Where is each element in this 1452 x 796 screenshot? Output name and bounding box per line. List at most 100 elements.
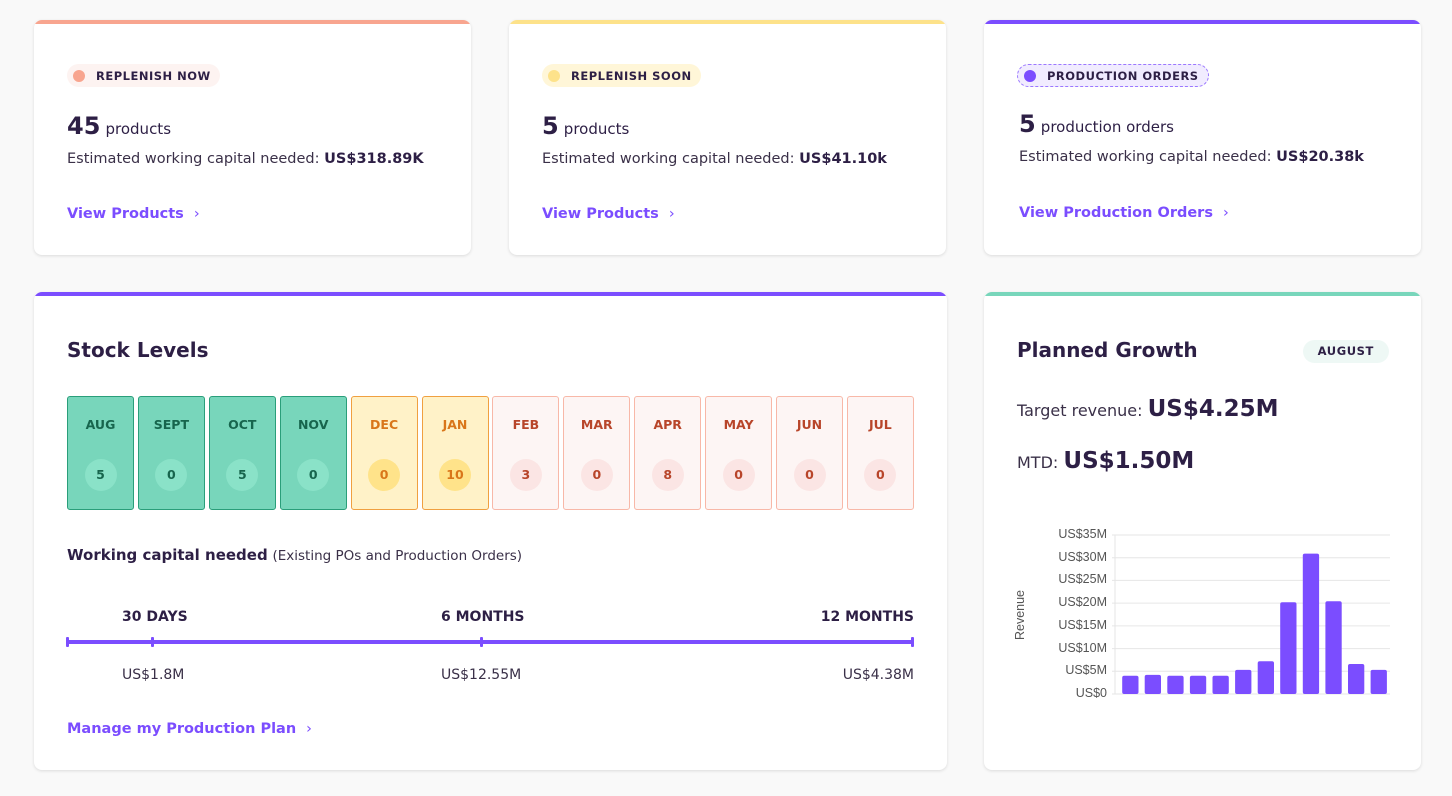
mtd-label: MTD: — [1017, 453, 1059, 472]
timeline-tick-12-months — [911, 637, 914, 647]
manage-production-plan-link[interactable]: Manage my Production Plan › — [67, 721, 312, 737]
y-tick-label: US$25M — [1058, 572, 1107, 587]
revenue-bar[interactable] — [1257, 661, 1274, 694]
month-tile-feb[interactable]: FEB 3 — [492, 396, 560, 510]
estimated-capital-value: US$20.38k — [1276, 149, 1364, 165]
replenish-now-badge: REPLENISH NOW — [67, 64, 220, 87]
working-capital-note: (Existing POs and Production Orders) — [272, 548, 523, 564]
month-label: NOV — [297, 417, 329, 432]
chevron-right-icon: › — [193, 206, 200, 222]
revenue-bar[interactable] — [1189, 675, 1207, 694]
timeline-value-6-months: US$12.55M — [441, 667, 522, 683]
estimated-capital-label: Estimated working capital needed: — [542, 151, 795, 167]
badge-label: REPLENISH SOON — [571, 68, 692, 83]
count-unit: products — [563, 120, 630, 138]
timeline-tick-start — [66, 637, 69, 647]
month-count: 5 — [84, 459, 117, 491]
revenue-bar[interactable] — [1370, 669, 1387, 694]
month-count: 5 — [226, 459, 259, 491]
timeline-label-30-days: 30 DAYS — [122, 609, 188, 625]
card-accent-bar — [34, 292, 947, 296]
status-dot-icon — [548, 69, 560, 82]
month-label: OCT — [228, 417, 257, 432]
revenue-bar[interactable] — [1348, 664, 1365, 694]
revenue-bar[interactable] — [1167, 675, 1184, 694]
month-count: 0 — [297, 459, 330, 491]
month-label: JAN — [442, 417, 468, 432]
card-accent-bar — [984, 292, 1421, 296]
chart-plot — [1112, 534, 1390, 695]
count-value: 45 — [67, 112, 101, 140]
timeline-tick-6-months — [480, 637, 483, 647]
month-tile-mar[interactable]: MAR 0 — [563, 396, 631, 510]
view-products-link[interactable]: View Products › — [67, 206, 200, 222]
month-tile-jun[interactable]: JUN 0 — [776, 396, 843, 510]
y-tick-label: US$30M — [1058, 549, 1107, 564]
stock-levels-title: Stock Levels — [67, 338, 209, 362]
status-dot-icon — [1024, 69, 1036, 82]
month-badge: AUGUST — [1302, 340, 1389, 363]
product-count: 45 products — [67, 112, 171, 140]
timeline-value-12-months: US$4.38M — [842, 667, 914, 683]
mtd-revenue: MTD: US$1.50M — [1017, 448, 1194, 474]
month-label: AUG — [85, 417, 116, 432]
revenue-bar[interactable] — [1212, 675, 1229, 694]
y-tick-label: US$10M — [1058, 640, 1107, 655]
month-count: 10 — [439, 459, 471, 491]
month-tile-jul[interactable]: JUL 0 — [846, 396, 914, 510]
timeline-label-6-months: 6 MONTHS — [441, 609, 525, 625]
estimated-capital-label: Estimated working capital needed: — [1019, 149, 1272, 165]
chevron-right-icon: › — [1222, 205, 1229, 221]
working-capital-title: Working capital needed — [67, 546, 268, 564]
month-tile-dec[interactable]: DEC 0 — [350, 396, 418, 510]
month-tile-sept[interactable]: SEPT 0 — [137, 396, 205, 510]
replenish-soon-card: REPLENISH SOON 5 products Estimated work… — [509, 20, 946, 255]
production-orders-card: PRODUCTION ORDERS 5 production orders Es… — [984, 20, 1421, 255]
month-label: MAR — [580, 417, 613, 432]
count-unit: production orders — [1040, 118, 1174, 136]
month-count: 8 — [651, 459, 684, 491]
target-revenue-label: Target revenue: — [1017, 401, 1143, 420]
chevron-right-icon: › — [668, 206, 675, 222]
month-tile-jan[interactable]: JAN 10 — [421, 396, 489, 510]
y-tick-label: US$15M — [1058, 617, 1107, 632]
chevron-right-icon: › — [306, 721, 312, 737]
view-products-link[interactable]: View Products › — [542, 206, 675, 222]
month-count: 0 — [864, 459, 897, 491]
timeline-value-30-days: US$1.8M — [122, 667, 185, 683]
estimated-capital-value: US$41.10k — [799, 151, 887, 167]
month-label: FEB — [512, 417, 540, 432]
month-tile-nov[interactable]: NOV 0 — [279, 396, 347, 510]
estimated-capital: Estimated working capital needed: US$20.… — [1019, 149, 1364, 165]
revenue-bar[interactable] — [1302, 553, 1320, 694]
month-count: 3 — [509, 459, 542, 491]
y-tick-label: US$35M — [1058, 527, 1107, 541]
link-label: Manage my Production Plan — [67, 721, 297, 737]
count-unit: products — [105, 120, 172, 138]
replenish-soon-badge: REPLENISH SOON — [542, 64, 701, 87]
revenue-bar[interactable] — [1235, 669, 1252, 694]
stock-levels-card: Stock Levels — [34, 292, 947, 770]
timeline-track — [67, 640, 914, 644]
timeline-tick-30-days — [151, 637, 154, 647]
estimated-capital-value: US$318.89K — [324, 151, 424, 167]
month-tile-apr[interactable]: APR 8 — [634, 396, 702, 510]
month-count: 0 — [722, 459, 755, 491]
count-value: 5 — [1019, 110, 1036, 138]
revenue-bar[interactable] — [1280, 602, 1297, 694]
planned-growth-title: Planned Growth — [1017, 338, 1198, 362]
link-label: View Products — [67, 206, 184, 222]
month-label: JUL — [869, 417, 892, 432]
month-tile-oct[interactable]: OCT 5 — [208, 396, 276, 510]
revenue-bar[interactable] — [1144, 674, 1161, 694]
month-label: MAY — [723, 417, 754, 432]
revenue-bar[interactable] — [1122, 675, 1139, 694]
revenue-bar[interactable] — [1325, 601, 1342, 694]
month-tile-aug[interactable]: AUG 5 — [67, 396, 134, 510]
link-label: View Products — [542, 206, 659, 222]
month-tile-may[interactable]: MAY 0 — [705, 396, 773, 510]
y-tick-label: US$5M — [1065, 663, 1107, 678]
view-production-orders-link[interactable]: View Production Orders › — [1019, 205, 1229, 221]
month-count: 0 — [793, 459, 826, 491]
badge-label: PRODUCTION ORDERS — [1047, 68, 1199, 83]
